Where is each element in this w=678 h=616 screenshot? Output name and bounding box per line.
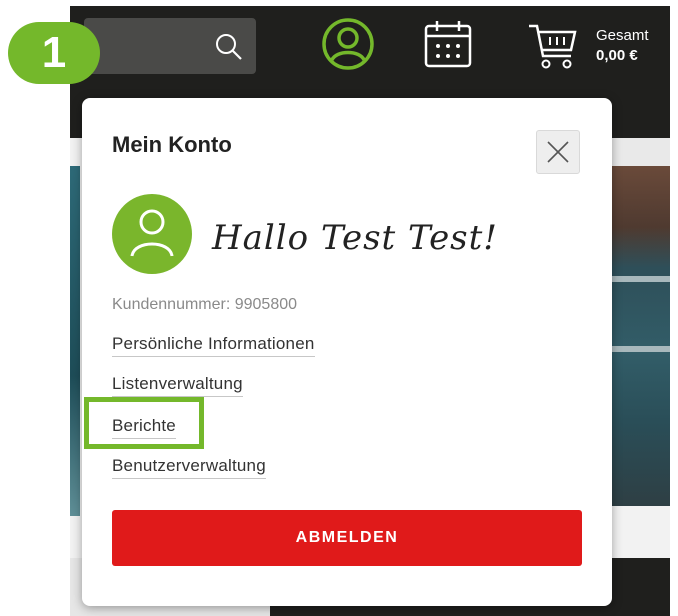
greeting-text: Hallo Test Test!: [212, 218, 498, 258]
link-list-management[interactable]: Listenverwaltung: [112, 374, 243, 397]
panel-title: Mein Konto: [112, 132, 232, 157]
account-circle-icon[interactable]: [320, 16, 376, 77]
calendar-icon[interactable]: [420, 16, 476, 77]
avatar: [112, 194, 192, 274]
background-image-right: [610, 166, 670, 506]
customer-number: Kundennummer: 9905800: [112, 296, 298, 313]
cart-summary[interactable]: Gesamt 0,00 €: [596, 26, 649, 66]
search-field[interactable]: [84, 18, 256, 74]
account-dropdown: Mein Konto Hallo Test Test! Kundennummer…: [82, 98, 612, 606]
link-personal-info[interactable]: Persönliche Informationen: [112, 334, 315, 357]
user-icon: [130, 209, 174, 257]
link-user-management[interactable]: Benutzerverwaltung: [112, 456, 266, 479]
shopping-cart-icon[interactable]: [525, 18, 581, 79]
search-icon[interactable]: [214, 32, 244, 67]
close-button[interactable]: [536, 130, 580, 174]
cart-total: 0,00 €: [596, 47, 638, 64]
background-image-left: [70, 166, 80, 516]
background-block: [610, 138, 670, 166]
logout-button[interactable]: ABMELDEN: [112, 510, 582, 566]
image-detail: [610, 276, 670, 282]
step-number-badge: 1: [8, 22, 100, 84]
cart-label: Gesamt: [596, 27, 649, 44]
close-icon: [547, 141, 569, 163]
image-detail: [610, 346, 670, 352]
highlight-frame: [84, 397, 204, 449]
